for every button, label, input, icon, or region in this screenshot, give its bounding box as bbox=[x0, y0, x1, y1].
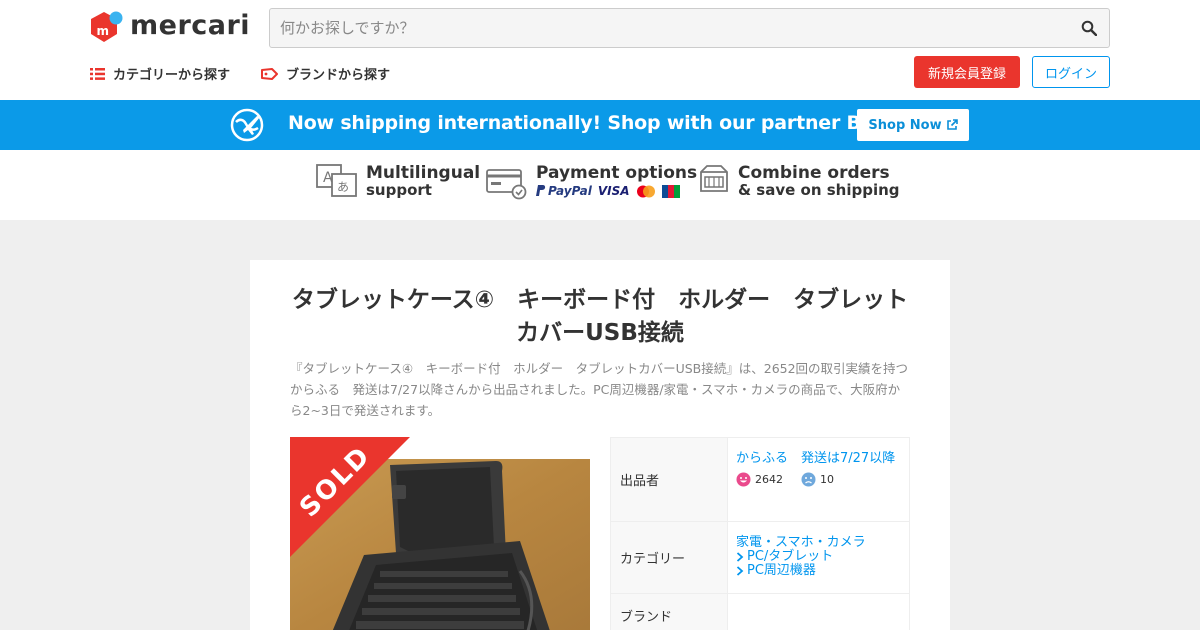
search-button[interactable] bbox=[1069, 9, 1109, 47]
category-sub1-link: PC/タブレット bbox=[747, 549, 834, 564]
search-input[interactable] bbox=[270, 9, 1069, 47]
search-icon bbox=[1081, 20, 1097, 36]
buyee-features: A あ Multilingual support Payment options… bbox=[0, 150, 1200, 220]
category-row: カテゴリー 家電・スマホ・カメラ PC/タブレット PC周辺機器 bbox=[610, 522, 910, 594]
visa-logo: VISA bbox=[597, 184, 630, 198]
seller-link[interactable]: からふる 発送は7/27以降 bbox=[736, 452, 901, 466]
paypal-icon bbox=[536, 185, 546, 196]
site-header: m mercari カテゴリーから探す ブランドから探す 新規会員登録 ログイン bbox=[0, 0, 1200, 100]
chevron-right-icon bbox=[736, 552, 744, 562]
credit-card-icon bbox=[486, 169, 527, 200]
login-button[interactable]: ログイン bbox=[1032, 56, 1110, 88]
banner-text: Now shipping internationally! Shop with … bbox=[288, 112, 921, 134]
feature-payment-title: Payment options bbox=[536, 163, 698, 183]
package-icon bbox=[700, 165, 728, 192]
feature-payment: Payment options PayPal VISA bbox=[486, 164, 697, 200]
list-icon bbox=[90, 67, 105, 80]
logo-text: mercari bbox=[130, 10, 251, 41]
item-card: タブレットケース④ キーボード付 ホルダー タブレットカバーUSB接続 『タブレ… bbox=[250, 260, 950, 630]
mercari-logo-icon: m bbox=[91, 11, 123, 42]
external-link-icon bbox=[946, 119, 958, 130]
item-description: 『タブレットケース④ キーボード付 ホルダー タブレットカバーUSB接続』は、2… bbox=[290, 361, 909, 418]
signup-button[interactable]: 新規会員登録 bbox=[914, 56, 1020, 88]
good-rating-count: 2642 bbox=[755, 472, 783, 486]
payment-logos: PayPal VISA bbox=[536, 184, 697, 198]
nav-categories-label: カテゴリーから探す bbox=[113, 68, 231, 83]
seller-row: 出品者 からふる 発送は7/27以降 2642 10 bbox=[610, 438, 910, 522]
feature-combine: Combine orders & save on shipping bbox=[698, 164, 900, 199]
bad-rating-icon bbox=[801, 472, 816, 487]
item-title: タブレットケース④ キーボード付 ホルダー タブレットカバーUSB接続 bbox=[291, 287, 909, 346]
category-main-link[interactable]: 家電・スマホ・カメラ bbox=[736, 536, 901, 550]
jcb-logo bbox=[661, 184, 680, 198]
category-label: カテゴリー bbox=[610, 522, 728, 593]
buyee-banner: Now shipping internationally! Shop with … bbox=[0, 100, 1200, 150]
nav-brands-label: ブランドから探す bbox=[286, 68, 391, 83]
category-sub2[interactable]: PC周辺機器 bbox=[736, 564, 901, 578]
item-photo[interactable]: SOLD bbox=[290, 437, 590, 630]
feature-combine-title: Combine orders bbox=[738, 163, 890, 183]
brand-label: ブランド bbox=[610, 594, 728, 630]
brand-value bbox=[728, 594, 910, 630]
shop-now-label: Shop Now bbox=[868, 117, 942, 133]
brand-row: ブランド bbox=[610, 594, 910, 630]
feature-multilingual-title: Multilingual bbox=[366, 163, 481, 183]
tag-icon bbox=[261, 67, 278, 80]
bad-rating-count: 10 bbox=[820, 472, 834, 486]
feature-combine-subtitle: & save on shipping bbox=[738, 181, 900, 199]
search-bar bbox=[269, 8, 1110, 48]
paypal-logo: PayPal bbox=[536, 184, 592, 198]
mercari-logo[interactable]: m mercari bbox=[90, 10, 250, 44]
seller-rating: 2642 10 bbox=[736, 472, 901, 487]
translate-icon: A あ bbox=[316, 164, 357, 197]
item-details-table: 出品者 からふる 発送は7/27以降 2642 10 カテゴリー 家電・スマホ・… bbox=[610, 437, 910, 630]
paypal-logo-text: PayPal bbox=[548, 184, 592, 198]
feature-multilingual: A あ Multilingual support bbox=[316, 164, 480, 199]
svg-text:あ: あ bbox=[337, 180, 349, 194]
chevron-right-icon bbox=[736, 566, 744, 576]
svg-text:m: m bbox=[97, 24, 110, 38]
category-sub1[interactable]: PC/タブレット bbox=[736, 550, 901, 564]
good-rating-icon bbox=[736, 472, 751, 487]
seller-label: 出品者 bbox=[610, 438, 728, 521]
nav-brands[interactable]: ブランドから探す bbox=[261, 64, 390, 83]
nav-categories[interactable]: カテゴリーから探す bbox=[90, 64, 230, 83]
category-sub2-link: PC周辺機器 bbox=[747, 563, 816, 578]
global-shipping-icon bbox=[230, 108, 264, 142]
mastercard-icon bbox=[636, 185, 655, 197]
shop-now-button[interactable]: Shop Now bbox=[857, 109, 969, 141]
feature-multilingual-subtitle: support bbox=[366, 181, 432, 199]
